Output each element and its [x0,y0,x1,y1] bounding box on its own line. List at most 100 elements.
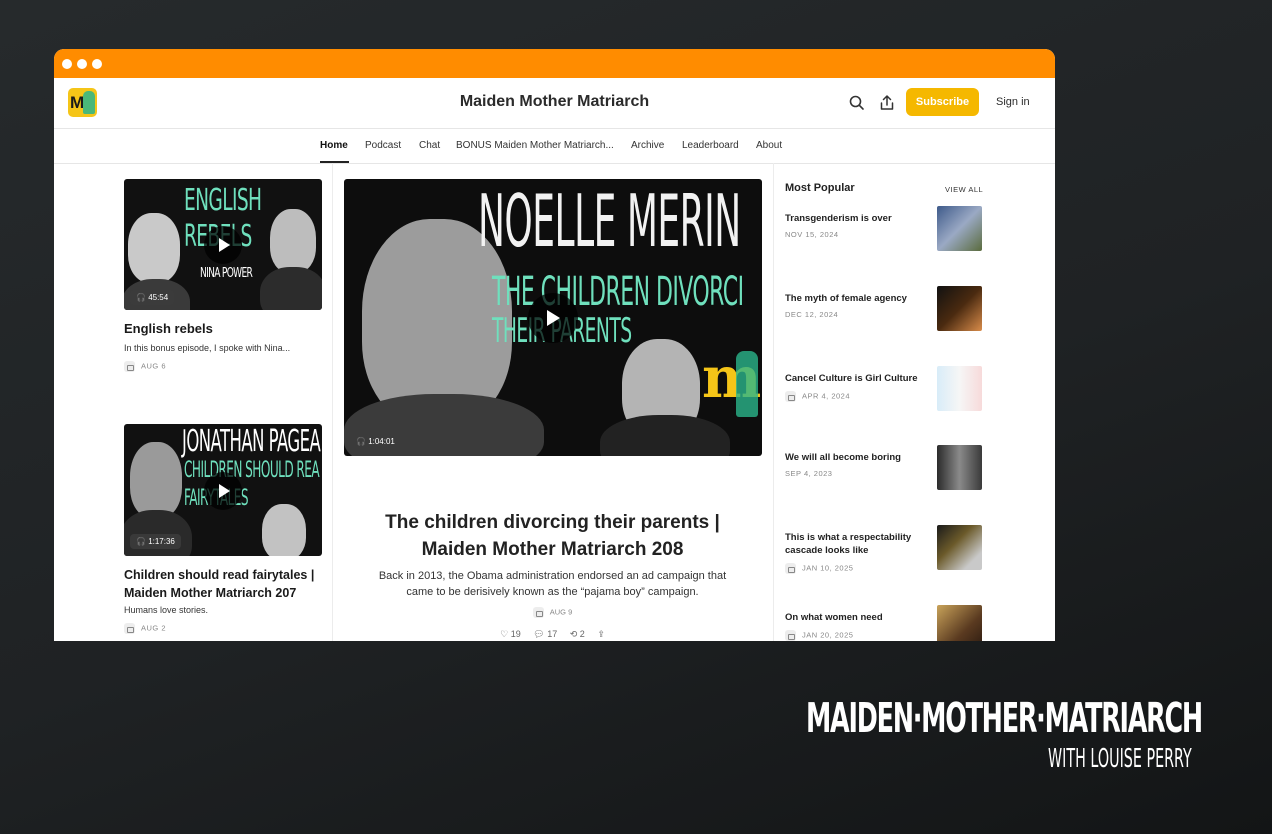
host-photo [600,415,730,456]
duration-badge: 🎧 1:04:01 [350,434,401,449]
featured-subtitle: Back in 2013, the Obama administration e… [378,570,727,598]
restack-icon: ⟲ [569,629,578,639]
popular-item-thumbnail[interactable] [937,206,982,251]
popular-item-thumbnail[interactable] [937,286,982,331]
window-close-dot[interactable] [62,59,72,69]
duration-badge: 🎧 1:17:36 [130,534,181,549]
host-photo [260,267,322,310]
post-title[interactable]: Children should read fairytales | Maiden… [124,566,324,602]
popular-item[interactable]: Transgenderism is over NOV 15, 2024 [785,206,985,251]
nav-bonus[interactable]: BONUS Maiden Mother Matriarch... [456,140,614,151]
restack-count: 2 [579,629,585,639]
popular-item-date: APR 4, 2024 [802,391,851,401]
thumbnail-title: JONATHAN PAGEA [182,424,321,459]
popular-item-title[interactable]: The myth of female agency [785,292,930,305]
popular-item[interactable]: We will all become boring SEP 4, 2023 [785,445,985,490]
popular-item-title[interactable]: We will all become boring [785,451,930,464]
duration-text: 1:04:01 [368,437,395,446]
comment-icon: 💬︎ [533,629,545,639]
featured-title[interactable]: The children divorcing their parents | M… [367,509,738,563]
popular-item-thumbnail[interactable] [937,605,982,641]
main-content: ENGLISH REBELS NINA POWER 🎧 45:54 Englis… [54,163,1055,641]
search-icon[interactable] [848,94,866,112]
window-titlebar [54,49,1055,78]
statue-figure-icon [736,351,758,417]
guest-photo [130,442,182,518]
popular-item[interactable]: Cancel Culture is Girl Culture APR 4, 20… [785,366,985,411]
nav-about[interactable]: About [756,140,782,151]
site-header: M Maiden Mother Matriarch Subscribe Sign… [54,78,1055,129]
engagement-stats: ♡ 19 💬︎ 17 ⟲ 2 ⇪ [367,629,738,640]
popular-item-thumbnail[interactable] [937,525,982,570]
popular-item[interactable]: On what women need JAN 20, 2025 [785,605,985,641]
post-meta: AUG 2 [124,623,166,634]
lock-icon [785,630,796,641]
post-title[interactable]: English rebels [124,321,213,336]
play-button[interactable] [204,472,242,510]
brand-wordmark: MAIDEN·MOTHER·MATRIARCH WITH LOUISE PERR… [806,693,1212,773]
play-button[interactable] [204,226,242,264]
lock-icon [785,391,796,402]
duration-badge: 🎧 45:54 [130,290,175,305]
column-divider [773,163,774,641]
like-count: 19 [510,629,521,639]
guest-photo [124,510,192,556]
post-thumbnail[interactable]: ENGLISH REBELS NINA POWER 🎧 45:54 [124,179,322,310]
post-subtitle: Humans love stories. [124,605,209,615]
popular-item[interactable]: This is what a respectability cascade lo… [785,525,985,574]
duration-text: 1:17:36 [148,537,175,546]
nav-bar: Home Podcast Chat BONUS Maiden Mother Ma… [54,129,1055,164]
nav-home[interactable]: Home [320,140,348,151]
popular-item-thumbnail[interactable] [937,445,982,490]
popular-item-title[interactable]: Cancel Culture is Girl Culture [785,372,930,385]
post-subtitle: In this bonus episode, I spoke with Nina… [124,343,291,353]
popular-item-date: JAN 20, 2025 [802,630,854,640]
host-photo [270,209,316,273]
thumbnail-title: NOELLE MERIN [478,179,741,263]
window-maximize-dot[interactable] [92,59,102,69]
subscribe-button[interactable]: Subscribe [906,88,979,116]
popular-item-title[interactable]: This is what a respectability cascade lo… [785,531,930,557]
popular-item-date: JAN 10, 2025 [802,563,854,573]
browser-window: M Maiden Mother Matriarch Subscribe Sign… [54,49,1055,641]
share-post-button[interactable]: ⇪ [597,629,605,640]
most-popular-heading: Most Popular [785,182,855,194]
play-button[interactable] [528,293,578,343]
host-photo [262,504,306,556]
heart-icon: ♡ [500,629,509,639]
popular-item[interactable]: The myth of female agency DEC 12, 2024 [785,286,985,331]
lock-icon [124,623,135,634]
view-all-link[interactable]: VIEW ALL [945,185,983,194]
sign-in-link[interactable]: Sign in [996,96,1030,108]
site-title[interactable]: Maiden Mother Matriarch [54,93,1055,111]
post-meta: AUG 6 [124,361,166,372]
nav-podcast[interactable]: Podcast [365,140,401,151]
lock-icon [124,361,135,372]
window-minimize-dot[interactable] [77,59,87,69]
comment-count: 17 [547,629,558,639]
lock-icon [785,563,796,574]
featured-date: AUG 9 [549,607,573,617]
comment-button[interactable]: 💬︎ 17 [533,629,557,640]
popular-item-title[interactable]: Transgenderism is over [785,212,930,225]
duration-text: 45:54 [148,293,169,302]
share-icon: ⇪ [597,629,605,639]
like-button[interactable]: ♡ 19 [500,629,521,640]
nav-leaderboard[interactable]: Leaderboard [682,140,739,151]
popular-item-thumbnail[interactable] [937,366,982,411]
brand-subtitle: WITH LOUISE PERRY [1048,744,1192,774]
share-icon[interactable] [878,94,896,112]
post-date: AUG 6 [141,361,167,371]
thumbnail-guest-name: NINA POWER [200,266,253,281]
guest-photo [128,213,180,283]
featured-meta: AUG 9 [367,607,738,618]
thumbnail-title: CHILDREN SHOULD REA [184,458,320,483]
post-date: AUG 2 [141,623,167,633]
featured-thumbnail[interactable]: NOELLE MERIN THE CHILDREN DIVORCI THEIR … [344,179,762,456]
nav-archive[interactable]: Archive [631,140,664,151]
popular-item-title[interactable]: On what women need [785,611,930,624]
restack-button[interactable]: ⟲ 2 [570,629,585,640]
lock-icon [532,607,544,618]
post-thumbnail[interactable]: JONATHAN PAGEA CHILDREN SHOULD REA FAIRY… [124,424,322,556]
nav-chat[interactable]: Chat [419,140,440,151]
